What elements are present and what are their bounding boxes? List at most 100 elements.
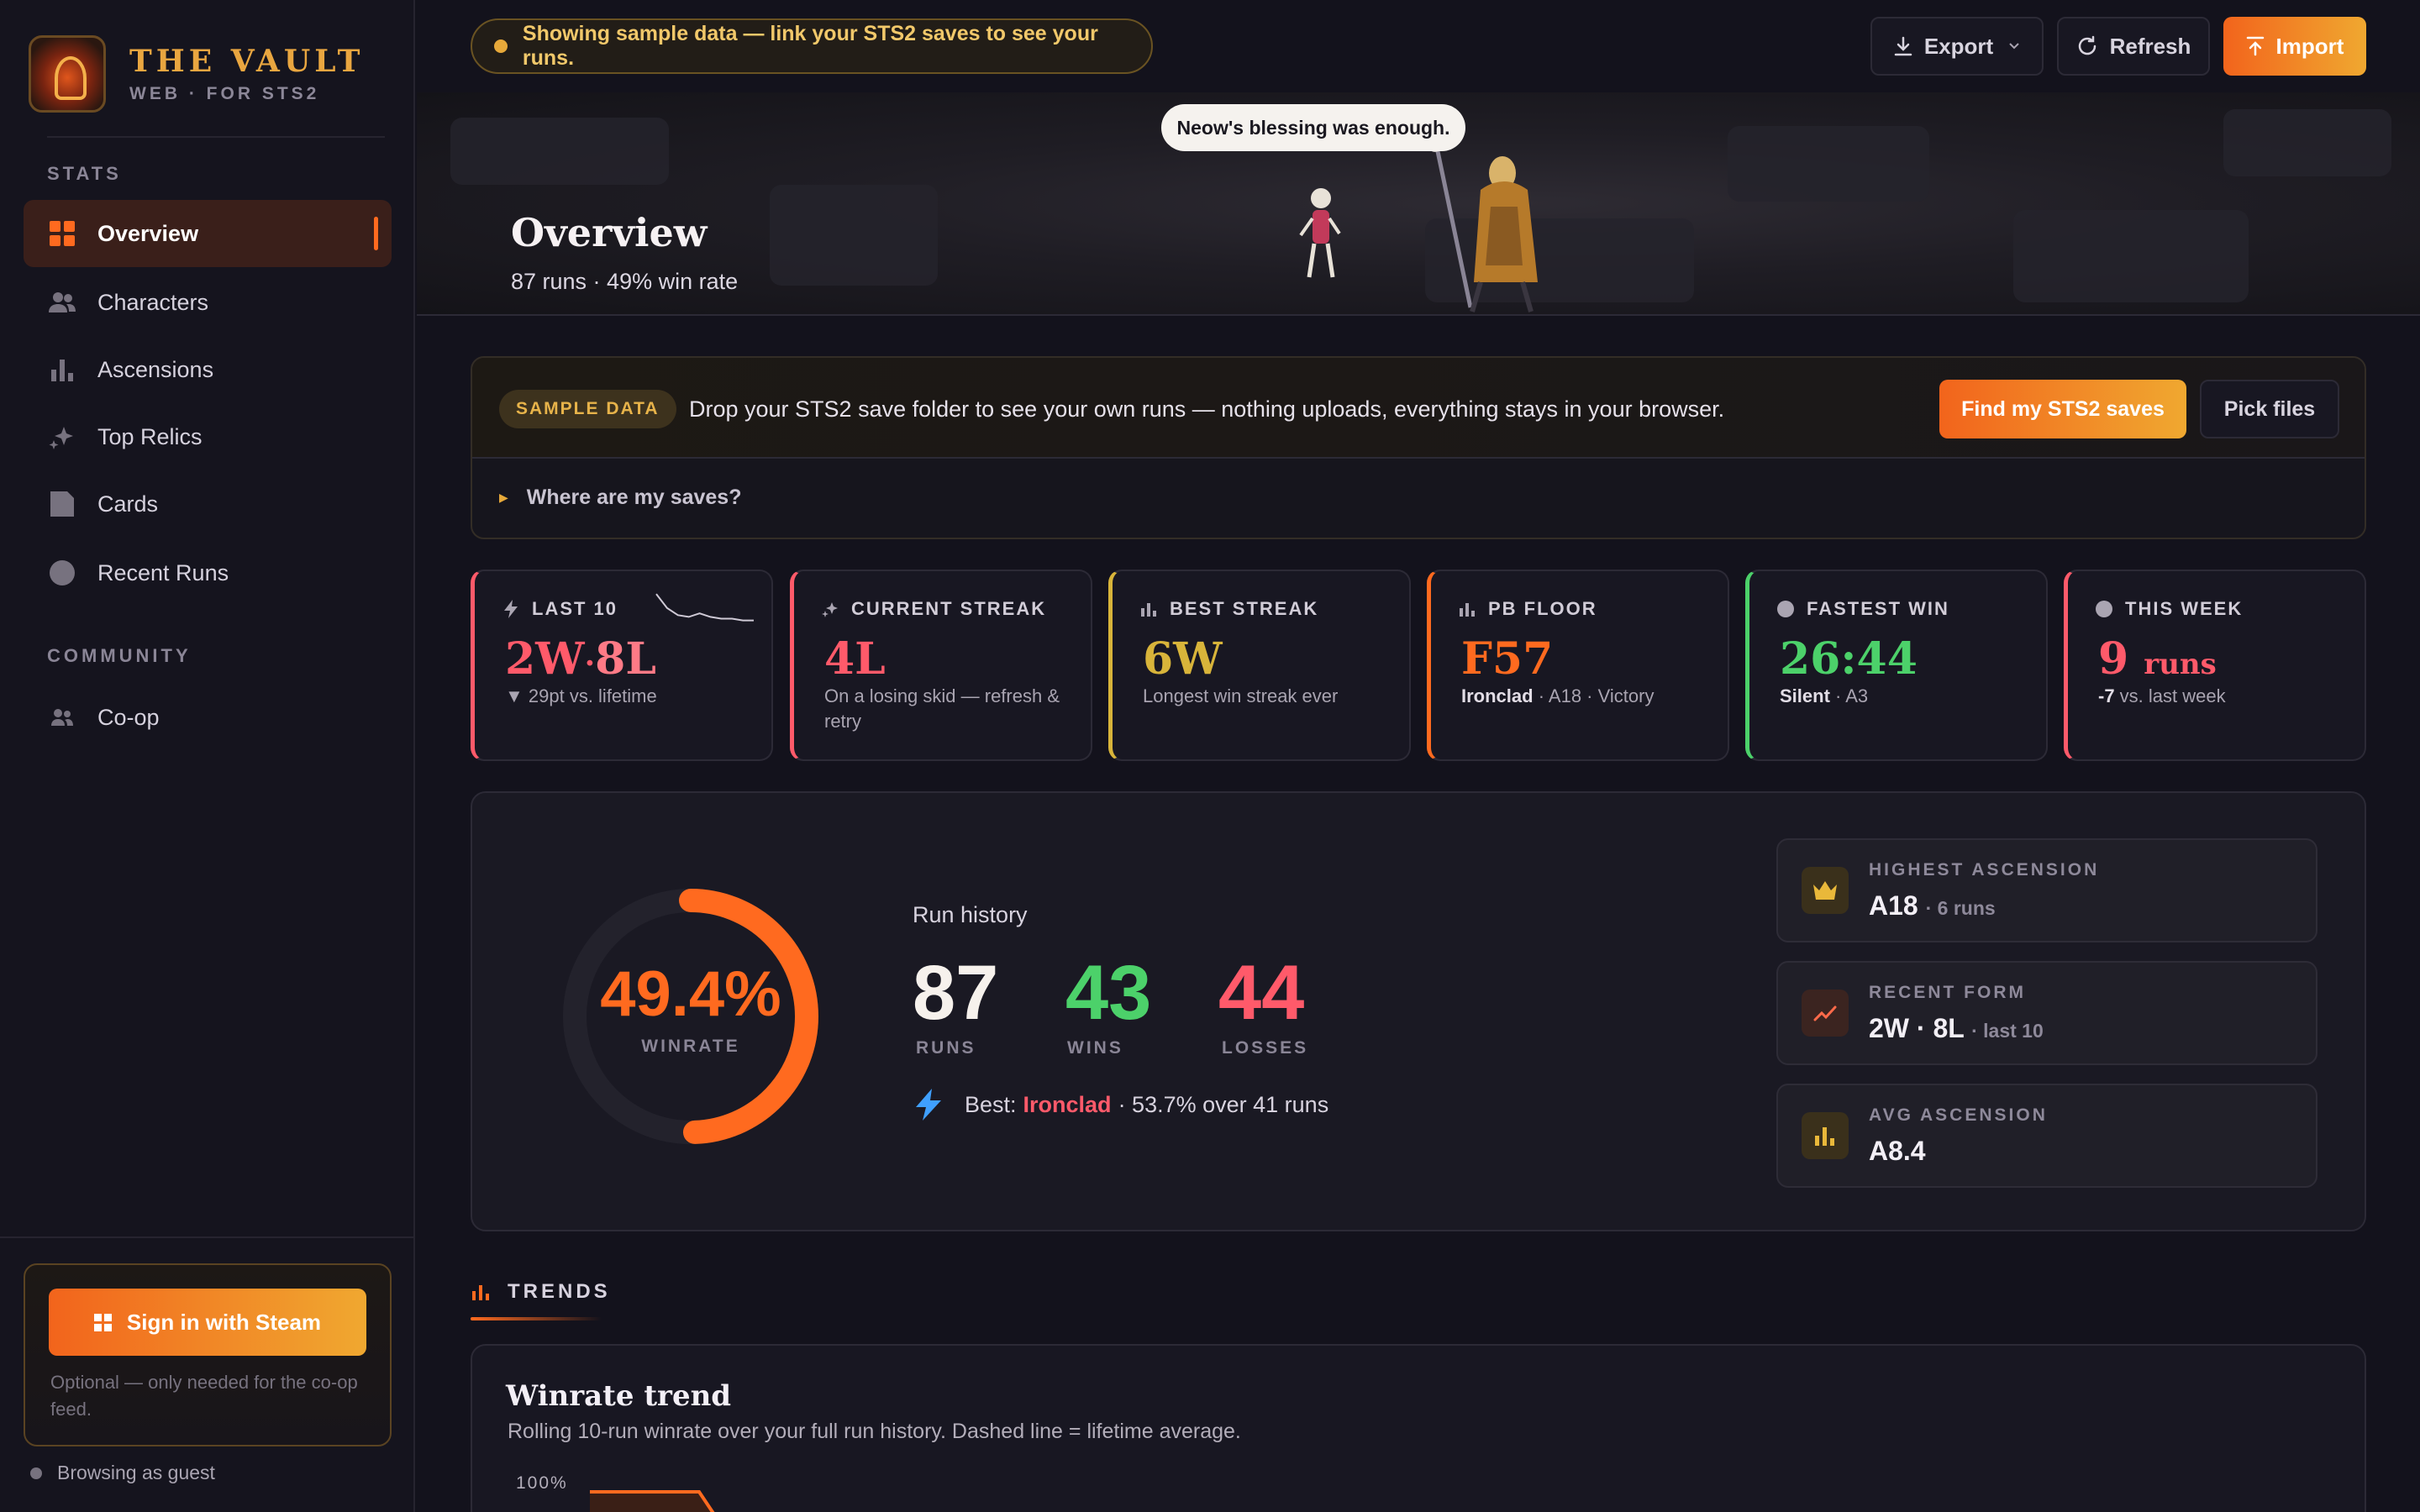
sidebar-item-label: Top Relics: [97, 423, 203, 449]
stat-value: 9 runs: [2098, 633, 2217, 685]
circle-icon: [1776, 600, 1795, 618]
sidebar-item-recent-runs[interactable]: Recent Runs: [24, 539, 392, 606]
sidebar-item-cards[interactable]: Cards: [24, 470, 392, 538]
brand[interactable]: THE VAULT WEB · FOR STS2: [29, 35, 364, 113]
circle-icon: [2095, 600, 2113, 618]
section-label-community: COMMUNITY: [47, 645, 192, 666]
sidebar: THE VAULT WEB · FOR STS2 STATS Overview …: [0, 0, 415, 1512]
trend-icon: [1802, 990, 1849, 1037]
divider: [47, 136, 385, 138]
chevron-down-icon: [2009, 43, 2019, 50]
sidebar-item-overview[interactable]: Overview: [24, 200, 392, 267]
trend-title: Winrate trend: [506, 1379, 732, 1413]
wins-count: 43: [1065, 950, 1152, 1036]
stat-note: On a losing skid — refresh & retry: [824, 685, 1060, 732]
sample-data-banner: SAMPLE DATA Drop your STS2 save folder t…: [471, 356, 2366, 539]
sidebar-item-characters[interactable]: Characters: [24, 269, 392, 336]
caret-right-icon: ▶: [499, 491, 508, 504]
stat-card-last-10[interactable]: LAST 10 2W·8L ▼ 29pt vs. lifetime: [471, 570, 773, 761]
winrate-percent: 49.4%: [600, 958, 781, 1030]
sidebar-item-label: Overview: [97, 220, 199, 246]
export-button[interactable]: Export: [1870, 17, 2044, 76]
page-title: Overview: [511, 210, 708, 255]
best-character: Best: Ironclad · 53.7% over 41 runs: [916, 1089, 1328, 1121]
users-icon: [49, 704, 76, 731]
winrate-label: WINRATE: [641, 1037, 740, 1056]
sample-data-notice: Showing sample data — link your STS2 sav…: [471, 18, 1153, 74]
hero-banner: Overview 87 runs · 49% win rate Neow's b…: [417, 92, 2420, 316]
circle-icon: [49, 559, 76, 586]
summary-panel: 49.4% WINRATE Run history 87 RUNS 43 WIN…: [471, 791, 2366, 1231]
highest-ascension-card: HIGHEST ASCENSION A18 · 6 runs: [1776, 838, 2317, 942]
stat-card-best-streak[interactable]: BEST STREAK 6W Longest win streak ever: [1108, 570, 1411, 761]
card-icon: [49, 491, 76, 517]
top-bar: Showing sample data — link your STS2 sav…: [417, 0, 2420, 92]
stat-note: Ironclad · A18 · Victory: [1461, 685, 1655, 706]
losses-count: 44: [1218, 950, 1305, 1036]
sign-in-steam-button[interactable]: Sign in with Steam: [49, 1289, 366, 1356]
users-icon: [49, 289, 76, 316]
trends-underline: [471, 1317, 602, 1320]
sparkle-icon: [49, 423, 76, 450]
sidebar-item-top-relics[interactable]: Top Relics: [24, 403, 392, 470]
run-history-title: Run history: [913, 902, 1028, 927]
import-button[interactable]: Import: [2223, 17, 2366, 76]
stat-card-fastest-win[interactable]: FASTEST WIN 26:44 Silent · A3: [1745, 570, 2048, 761]
stat-note: Silent · A3: [1780, 685, 1869, 706]
stat-card-this-week[interactable]: THIS WEEK 9 runs -7 vs. last week: [2064, 570, 2366, 761]
sidebar-item-co-op[interactable]: Co-op: [24, 684, 392, 751]
stat-value: 26:44: [1780, 633, 1918, 685]
steam-note: Optional — only needed for the co-op fee…: [50, 1372, 358, 1420]
pick-files-button[interactable]: Pick files: [2200, 380, 2339, 438]
brand-subtitle: WEB · FOR STS2: [129, 84, 320, 103]
where-are-saves-toggle[interactable]: ▶ Where are my saves?: [499, 486, 741, 510]
sidebar-item-ascensions[interactable]: Ascensions: [24, 336, 392, 403]
grid-icon: [49, 220, 76, 247]
stat-value: 6W: [1143, 633, 1223, 685]
refresh-icon: [2078, 35, 2096, 55]
bar-chart-icon: [1458, 600, 1476, 618]
sidebar-item-label: Cards: [97, 491, 159, 517]
refresh-button[interactable]: Refresh: [2057, 17, 2210, 76]
crown-icon: [1802, 867, 1849, 914]
runs-count: 87: [913, 950, 999, 1036]
speech-bubble: Neow's blessing was enough.: [1161, 104, 1465, 151]
sidebar-item-label: Recent Runs: [97, 559, 229, 585]
trend-subtitle: Rolling 10-run winrate over your full ru…: [508, 1420, 1241, 1443]
stat-card-pb-floor[interactable]: PB FLOOR F57 Ironclad · A18 · Victory: [1427, 570, 1729, 761]
page-subtitle: 87 runs · 49% win rate: [511, 269, 739, 294]
avg-ascension-card: AVG ASCENSION A8.4: [1776, 1084, 2317, 1188]
runs-label: RUNS: [916, 1038, 976, 1058]
steam-signin-card: Sign in with Steam Optional — only neede…: [24, 1263, 392, 1446]
stat-value: 4L: [824, 633, 886, 685]
stat-note: Longest win streak ever: [1143, 685, 1339, 706]
sidebar-item-label: Co-op: [97, 704, 160, 730]
stat-card-current-streak[interactable]: CURRENT STREAK 4L On a losing skid — ref…: [790, 570, 1092, 761]
neow-character-image: [1430, 139, 1538, 312]
best-character-name[interactable]: Ironclad: [1023, 1092, 1112, 1118]
warning-dot-icon: [494, 39, 508, 53]
recent-form-card: RECENT FORM 2W · 8L · last 10: [1776, 961, 2317, 1065]
windows-icon: [93, 1313, 112, 1331]
stat-value: 2W·8L: [505, 633, 656, 685]
stat-note: ▼ 29pt vs. lifetime: [505, 685, 657, 706]
sparkline-path: [655, 593, 754, 622]
vault-logo: [29, 35, 106, 113]
sidebar-item-label: Ascensions: [97, 356, 214, 382]
banner-text: Drop your STS2 save folder to see your o…: [689, 396, 1725, 422]
last-10-sparkline: [655, 593, 754, 622]
bar-chart-icon: [1139, 600, 1158, 618]
trends-heading: TRENDS: [472, 1280, 611, 1304]
bolt-icon: [916, 1089, 941, 1121]
wins-label: WINS: [1067, 1038, 1123, 1058]
section-label-stats: STATS: [47, 163, 122, 184]
bar-chart-icon: [472, 1285, 489, 1300]
stat-value: F57: [1461, 633, 1554, 685]
skeleton-character-image: [1299, 188, 1341, 278]
trend-line: [590, 1490, 715, 1512]
find-saves-button[interactable]: Find my STS2 saves: [1939, 380, 2186, 438]
trend-y-axis-label: 100%: [516, 1473, 568, 1493]
sidebar-item-label: Characters: [97, 289, 209, 315]
winrate-trend-card: Winrate trend Rolling 10-run winrate ove…: [471, 1344, 2366, 1512]
divider: [0, 1236, 415, 1238]
